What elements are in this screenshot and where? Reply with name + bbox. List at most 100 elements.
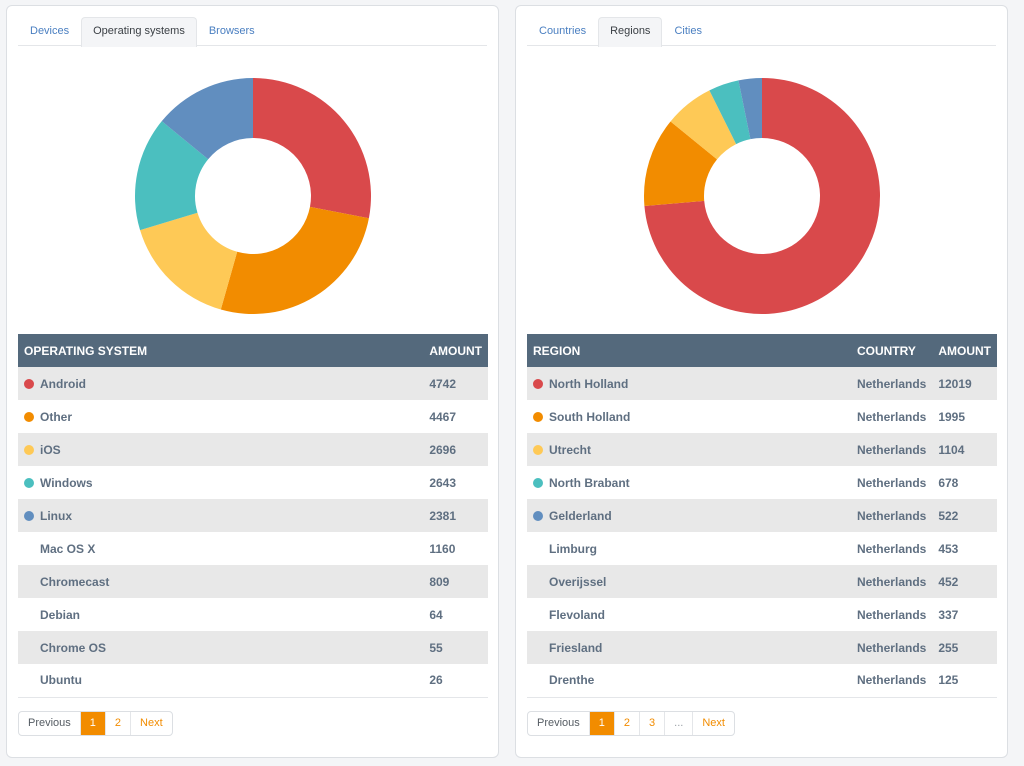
tab-browsers[interactable]: Browsers <box>197 17 267 46</box>
amount-cell: 4742 <box>423 367 488 400</box>
row-label: Chromecast <box>40 574 110 589</box>
name-cell: Overijssel <box>527 565 851 598</box>
table-row[interactable]: Chromecast 809 <box>18 565 488 598</box>
header-amount[interactable]: AMOUNT <box>423 334 488 367</box>
table-row[interactable]: Linux 2381 <box>18 499 488 532</box>
header-operating-system[interactable]: OPERATING SYSTEM <box>18 334 424 367</box>
table-row[interactable]: Limburg Netherlands 453 <box>527 532 997 565</box>
country-cell: Netherlands <box>850 499 933 532</box>
page-3-button[interactable]: 3 <box>639 712 664 735</box>
name-cell: Chromecast <box>18 565 424 598</box>
country-cell: Netherlands <box>850 664 933 698</box>
name-cell: Mac OS X <box>18 532 423 565</box>
name-cell: Android <box>18 367 424 400</box>
legend-dot-icon <box>533 510 543 521</box>
donut-slice-ios[interactable] <box>139 212 237 310</box>
table-row[interactable]: Windows 2643 <box>18 466 488 499</box>
row-label: Limburg <box>549 541 597 556</box>
tab-cities[interactable]: Cities <box>662 17 714 46</box>
tab-devices[interactable]: Devices <box>18 17 81 46</box>
header-region[interactable]: REGION <box>527 334 851 367</box>
row-label: Android <box>40 376 86 391</box>
table-row[interactable]: North Holland Netherlands 12019 <box>527 367 997 400</box>
legend-dot-icon <box>24 577 34 587</box>
row-label: Debian <box>40 607 81 622</box>
name-cell: Ubuntu <box>18 664 424 698</box>
country-cell: Netherlands <box>850 565 933 598</box>
page-1-button[interactable]: 1 <box>79 712 105 735</box>
previous-button[interactable]: Previous <box>19 712 80 735</box>
amount-cell: 1160 <box>429 541 456 556</box>
page-2-button[interactable]: 2 <box>104 712 130 735</box>
header-country[interactable]: COUNTRY <box>850 334 933 367</box>
page-2-button[interactable]: 2 <box>613 712 639 735</box>
name-cell: iOS <box>18 433 424 466</box>
row-label: Flevoland <box>549 607 606 622</box>
table-row[interactable]: Overijssel Netherlands 452 <box>527 565 997 598</box>
table-row[interactable]: Debian 64 <box>18 598 488 631</box>
row-label: Drenthe <box>549 673 595 688</box>
name-cell: Debian <box>18 598 423 631</box>
country-cell: Netherlands <box>856 475 927 490</box>
legend-dot-icon <box>24 444 34 455</box>
header-amount[interactable]: AMOUNT <box>932 334 997 367</box>
row-label: Other <box>40 409 73 424</box>
name-cell: North Holland <box>527 367 851 400</box>
legend-dot-icon <box>533 544 543 554</box>
name-cell: South Holland <box>527 400 851 433</box>
next-button[interactable]: Next <box>692 712 734 735</box>
table-row[interactable]: Flevoland Netherlands 337 <box>527 598 997 631</box>
legend-dot-icon <box>533 378 543 389</box>
table-row[interactable]: Friesland Netherlands 255 <box>527 631 997 664</box>
name-cell: Friesland <box>527 631 851 664</box>
name-cell: North Brabant <box>527 466 851 499</box>
name-cell: Windows <box>18 466 423 499</box>
table-row[interactable]: Utrecht Netherlands 1104 <box>527 433 997 466</box>
row-label: Mac OS X <box>40 541 96 556</box>
amount-cell: 26 <box>423 664 488 698</box>
country-cell: Netherlands <box>850 631 933 664</box>
name-cell: Drenthe <box>527 664 851 698</box>
amount-cell: 2696 <box>423 433 488 466</box>
operating-systems-panel: Devices Operating systems Browsers OPERA… <box>6 5 499 758</box>
amount-cell: 337 <box>938 607 959 622</box>
right-tabs: Countries Regions Cities <box>527 17 996 47</box>
table-row[interactable]: iOS 2696 <box>18 433 488 466</box>
donut-slice-android[interactable] <box>252 78 371 219</box>
table-row[interactable]: Android 4742 <box>18 367 488 400</box>
row-label: Ubuntu <box>40 673 82 688</box>
table-row[interactable]: Drenthe Netherlands 125 <box>527 664 997 698</box>
name-cell: Utrecht <box>527 433 851 466</box>
os-donut-svg <box>134 78 371 314</box>
legend-dot-icon <box>24 477 34 488</box>
table-row[interactable]: Ubuntu 26 <box>18 664 488 698</box>
table-row[interactable]: North Brabant Netherlands 678 <box>527 466 997 499</box>
amount-cell: 678 <box>938 475 959 490</box>
table-row[interactable]: South Holland Netherlands 1995 <box>527 400 997 433</box>
table-row[interactable]: Mac OS X 1160 <box>18 532 488 565</box>
previous-button[interactable]: Previous <box>528 712 589 735</box>
row-label: Linux <box>40 508 72 523</box>
tab-countries[interactable]: Countries <box>527 17 598 46</box>
country-cell: Netherlands <box>856 607 927 622</box>
name-cell: Gelderland <box>527 499 851 532</box>
table-row[interactable]: Other 4467 <box>18 400 488 433</box>
row-label: Friesland <box>549 640 603 655</box>
regions-table: REGION COUNTRY AMOUNT North Holland Nethe… <box>527 334 997 698</box>
table-row[interactable]: Gelderland Netherlands 522 <box>527 499 997 532</box>
amount-cell: 4467 <box>429 409 457 424</box>
legend-dot-icon <box>533 444 543 455</box>
amount-cell: 452 <box>932 565 997 598</box>
page-1-button[interactable]: 1 <box>588 712 614 735</box>
tab-regions[interactable]: Regions <box>598 17 663 47</box>
country-cell: Netherlands <box>856 541 927 556</box>
amount-cell: 12019 <box>932 367 997 400</box>
donut-slice-other[interactable] <box>220 206 369 314</box>
next-button[interactable]: Next <box>130 712 172 735</box>
tab-operating-systems[interactable]: Operating systems <box>81 17 197 47</box>
table-row[interactable]: Chrome OS 55 <box>18 631 488 664</box>
os-table: OPERATING SYSTEM AMOUNT Android 4742 Other… <box>18 334 488 698</box>
name-cell: Limburg <box>527 532 851 565</box>
row-label: Gelderland <box>549 508 612 523</box>
row-label: South Holland <box>549 409 631 424</box>
